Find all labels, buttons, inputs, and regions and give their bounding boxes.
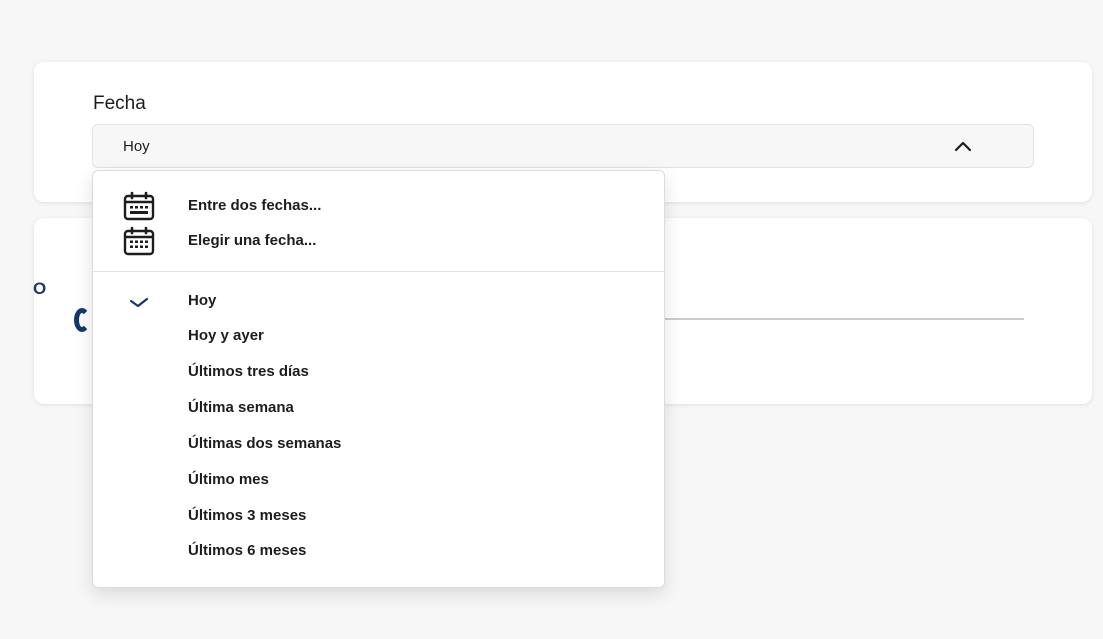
menu-item-label: Últimos 3 meses	[188, 507, 307, 524]
menu-item-between-dates[interactable]: Entre dos fechas...	[93, 191, 664, 221]
summary-divider	[663, 318, 1024, 320]
menu-item-last-week[interactable]: Última semana	[93, 393, 664, 423]
menu-item-last-3-months[interactable]: Últimos 3 meses	[93, 501, 664, 531]
menu-item-pick-date[interactable]: Elegir una fecha...	[93, 226, 664, 256]
loading-spinner-icon	[74, 308, 90, 332]
menu-item-label: Hoy	[188, 292, 217, 309]
calendar-icon	[123, 226, 155, 256]
date-dropdown-menu: Entre dos fechas... Elegir una fecha... …	[92, 170, 665, 588]
checkmark-icon	[129, 297, 149, 308]
menu-item-label: Último mes	[188, 471, 269, 488]
date-select-value: Hoy	[123, 138, 150, 155]
menu-item-last-three-days[interactable]: Últimos tres días	[93, 357, 664, 387]
menu-item-today[interactable]: Hoy	[93, 286, 664, 316]
calendar-range-icon	[123, 191, 155, 221]
menu-item-last-month[interactable]: Último mes	[93, 465, 664, 495]
menu-item-label: Hoy y ayer	[188, 327, 264, 344]
menu-item-today-yesterday[interactable]: Hoy y ayer	[93, 321, 664, 351]
chevron-up-icon[interactable]	[953, 139, 973, 153]
menu-item-last-two-weeks[interactable]: Últimas dos semanas	[93, 429, 664, 459]
menu-item-label: Elegir una fecha...	[188, 232, 317, 249]
date-select[interactable]: Hoy	[92, 124, 1034, 168]
menu-item-label: Últimas dos semanas	[188, 435, 342, 452]
menu-item-last-6-months[interactable]: Últimos 6 meses	[93, 536, 664, 566]
summary-card-title: O	[33, 279, 47, 298]
menu-divider	[93, 271, 664, 272]
menu-item-label: Últimos 6 meses	[188, 542, 307, 559]
menu-item-label: Entre dos fechas...	[188, 197, 322, 214]
menu-item-label: Última semana	[188, 399, 294, 416]
date-field-label: Fecha	[93, 93, 146, 114]
menu-item-label: Últimos tres días	[188, 363, 309, 380]
